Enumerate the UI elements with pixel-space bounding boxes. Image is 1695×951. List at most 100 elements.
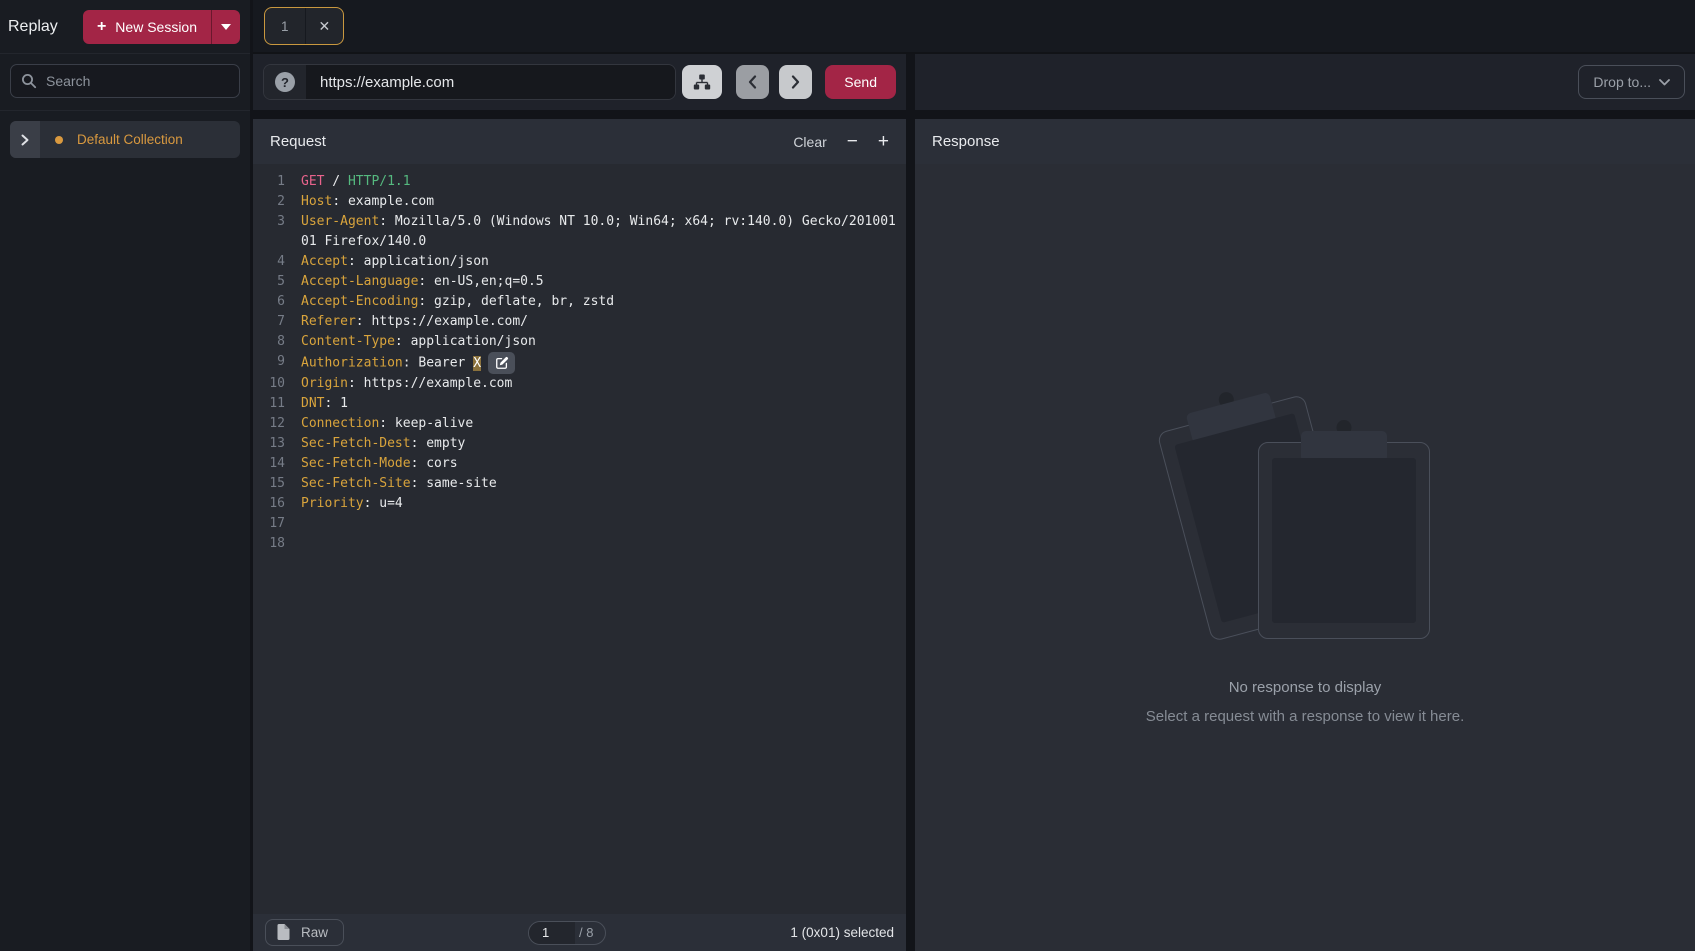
line-number: 3 bbox=[253, 212, 285, 252]
clipboards-illustration bbox=[1174, 390, 1436, 645]
request-footer: Raw 1 / 8 1 (0x01) selected bbox=[253, 914, 906, 951]
sitemap-icon bbox=[693, 73, 711, 91]
search-input[interactable] bbox=[46, 73, 229, 89]
send-button[interactable]: Send bbox=[825, 65, 896, 99]
sitemap-button[interactable] bbox=[682, 65, 722, 99]
collection-label: Default Collection bbox=[77, 132, 183, 147]
code-line[interactable]: 12Connection: keep-alive bbox=[253, 414, 906, 434]
line-number: 12 bbox=[253, 414, 285, 434]
chevron-down-icon bbox=[1659, 79, 1670, 86]
close-icon: ✕ bbox=[319, 18, 331, 35]
collection-dot-icon bbox=[55, 136, 63, 144]
code-line[interactable]: 11DNT: 1 bbox=[253, 394, 906, 414]
session-tabstrip: 1 ✕ bbox=[253, 0, 1695, 54]
line-number: 17 bbox=[253, 514, 285, 534]
edit-value-button[interactable] bbox=[488, 352, 515, 374]
request-pager: 1 / 8 bbox=[528, 921, 606, 945]
url-bar: ? bbox=[263, 64, 676, 100]
empty-state-title: No response to display bbox=[1229, 679, 1382, 696]
empty-state-subtitle: Select a request with a response to view… bbox=[1146, 708, 1465, 725]
line-number: 4 bbox=[253, 252, 285, 272]
edit-icon bbox=[495, 356, 509, 370]
chevron-left-icon bbox=[748, 75, 757, 89]
line-number: 6 bbox=[253, 292, 285, 312]
app-title: Replay bbox=[8, 18, 58, 36]
file-icon bbox=[277, 924, 290, 940]
request-title: Request bbox=[270, 133, 326, 150]
search-icon bbox=[21, 73, 37, 89]
session-tab-label[interactable]: 1 bbox=[265, 19, 305, 34]
code-line[interactable]: 9Authorization: Bearer X bbox=[253, 352, 906, 374]
chevron-right-icon bbox=[20, 134, 30, 146]
code-line[interactable]: 2Host: example.com bbox=[253, 192, 906, 212]
line-number: 10 bbox=[253, 374, 285, 394]
search-box[interactable] bbox=[10, 64, 240, 98]
sidebar-header: Replay + New Session bbox=[0, 0, 250, 54]
line-number: 14 bbox=[253, 454, 285, 474]
request-toolbar: ? Send bbox=[253, 54, 906, 110]
drop-to-label: Drop to... bbox=[1593, 74, 1651, 90]
response-panel-header: Response bbox=[915, 119, 1695, 164]
increase-font-button[interactable]: + bbox=[878, 132, 889, 151]
line-number: 1 bbox=[253, 172, 285, 192]
panels-row: ? Send Request bbox=[253, 54, 1695, 951]
code-line[interactable]: 10Origin: https://example.com bbox=[253, 374, 906, 394]
code-line[interactable]: 18 bbox=[253, 534, 906, 554]
clear-button[interactable]: Clear bbox=[793, 134, 826, 150]
line-number: 8 bbox=[253, 332, 285, 352]
code-line[interactable]: 4Accept: application/json bbox=[253, 252, 906, 272]
caret-down-icon bbox=[221, 24, 231, 30]
line-number: 15 bbox=[253, 474, 285, 494]
response-column: Drop to... Response bbox=[915, 54, 1695, 951]
line-number: 7 bbox=[253, 312, 285, 332]
session-tab-1[interactable]: 1 ✕ bbox=[264, 7, 344, 45]
request-header-actions: Clear − + bbox=[793, 132, 889, 151]
history-back-button[interactable] bbox=[736, 65, 769, 99]
code-line[interactable]: 8Content-Type: application/json bbox=[253, 332, 906, 352]
sidebar-item-default-collection[interactable]: Default Collection bbox=[10, 121, 240, 158]
response-empty-state: No response to display Select a request … bbox=[915, 164, 1695, 951]
response-toolbar: Drop to... bbox=[915, 54, 1695, 110]
page-total-label: / 8 bbox=[575, 925, 605, 940]
main-area: 1 ✕ ? bbox=[250, 0, 1695, 951]
line-number: 2 bbox=[253, 192, 285, 212]
search-container bbox=[0, 54, 250, 111]
line-number: 16 bbox=[253, 494, 285, 514]
new-session-button[interactable]: + New Session bbox=[83, 10, 211, 44]
decrease-font-button[interactable]: − bbox=[847, 132, 858, 151]
history-forward-button[interactable] bbox=[779, 65, 812, 99]
code-line[interactable]: 13Sec-Fetch-Dest: empty bbox=[253, 434, 906, 454]
expand-collection-button[interactable] bbox=[10, 121, 40, 158]
new-session-dropdown-button[interactable] bbox=[211, 10, 240, 44]
line-number: 11 bbox=[253, 394, 285, 414]
request-panel-header: Request Clear − + bbox=[253, 119, 906, 164]
line-number: 9 bbox=[253, 352, 285, 374]
line-number: 5 bbox=[253, 272, 285, 292]
code-line[interactable]: 16Priority: u=4 bbox=[253, 494, 906, 514]
selection-status: 1 (0x01) selected bbox=[790, 925, 894, 940]
code-line[interactable]: 5Accept-Language: en-US,en;q=0.5 bbox=[253, 272, 906, 292]
code-line[interactable]: 6Accept-Encoding: gzip, deflate, br, zst… bbox=[253, 292, 906, 312]
code-line[interactable]: 3User-Agent: Mozilla/5.0 (Windows NT 10.… bbox=[253, 212, 906, 252]
question-mark-icon: ? bbox=[275, 72, 295, 92]
drop-to-button[interactable]: Drop to... bbox=[1578, 65, 1685, 99]
clipboard-front-icon bbox=[1258, 442, 1430, 639]
code-line[interactable]: 15Sec-Fetch-Site: same-site bbox=[253, 474, 906, 494]
plus-icon: + bbox=[97, 19, 106, 35]
chevron-right-icon bbox=[791, 75, 800, 89]
raw-view-button[interactable]: Raw bbox=[265, 919, 344, 946]
page-number-input[interactable]: 1 bbox=[529, 922, 575, 944]
line-number: 13 bbox=[253, 434, 285, 454]
url-input[interactable] bbox=[306, 74, 675, 91]
code-line[interactable]: 1GET / HTTP/1.1 bbox=[253, 172, 906, 192]
response-title: Response bbox=[932, 133, 1000, 150]
code-line[interactable]: 7Referer: https://example.com/ bbox=[253, 312, 906, 332]
connection-info-button[interactable]: ? bbox=[264, 65, 306, 99]
close-tab-button[interactable]: ✕ bbox=[305, 8, 344, 44]
new-session-split-button[interactable]: + New Session bbox=[83, 10, 240, 44]
new-session-label: New Session bbox=[115, 19, 197, 35]
line-number: 18 bbox=[253, 534, 285, 554]
code-line[interactable]: 14Sec-Fetch-Mode: cors bbox=[253, 454, 906, 474]
request-code[interactable]: 1GET / HTTP/1.12Host: example.com3User-A… bbox=[253, 164, 906, 914]
code-line[interactable]: 17 bbox=[253, 514, 906, 534]
